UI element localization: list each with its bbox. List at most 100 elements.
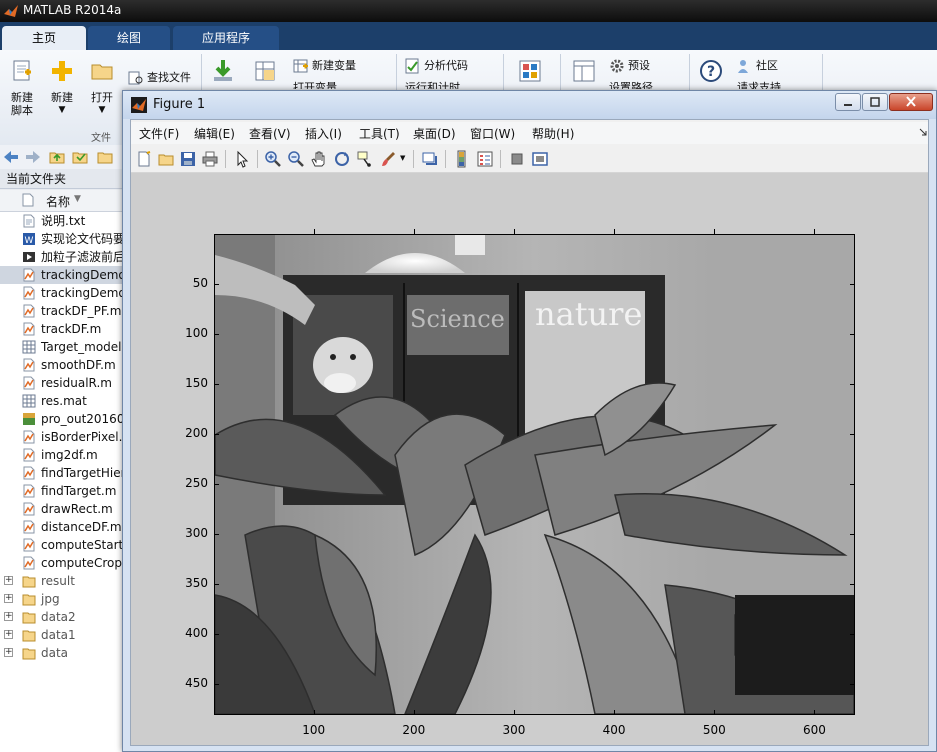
file-item[interactable]: trackingDemo — [0, 266, 125, 284]
brush-data-icon[interactable] — [379, 150, 397, 168]
file-item[interactable]: computeCrop — [0, 554, 125, 572]
app-title: MATLAB R2014a — [23, 3, 122, 17]
show-plot-tools-icon[interactable] — [531, 150, 549, 168]
legend-icon[interactable] — [476, 150, 494, 168]
preferences-button[interactable]: 预设 — [609, 57, 650, 75]
data-cursor-icon[interactable] — [356, 150, 374, 168]
file-item[interactable]: findTargetHier — [0, 464, 125, 482]
import-data-button[interactable] — [207, 58, 239, 91]
x-tick-mark — [814, 710, 816, 715]
layout-button[interactable] — [568, 58, 600, 91]
file-item[interactable]: trackDF.m — [0, 320, 125, 338]
figure-menu-item[interactable]: 编辑(E) — [194, 125, 235, 142]
close-button[interactable] — [889, 93, 933, 111]
folder-icon — [22, 648, 36, 660]
tab-home[interactable]: 主页 — [2, 26, 86, 50]
current-folder-column-header[interactable]: 名称 ▼ — [0, 190, 125, 212]
browse-folder-icon[interactable] — [71, 148, 89, 166]
folder-item[interactable]: + data1 — [0, 626, 125, 644]
file-item[interactable]: computeStarti — [0, 536, 125, 554]
toolbar-divider — [413, 150, 414, 168]
minimize-button[interactable] — [835, 93, 861, 111]
community-button[interactable]: 社区 — [737, 57, 778, 75]
folder-item[interactable]: + data2 — [0, 608, 125, 626]
file-item[interactable]: distanceDF.m — [0, 518, 125, 536]
help-button[interactable]: ? — [697, 58, 725, 91]
open-file-icon[interactable] — [157, 150, 175, 168]
figure-menu-item[interactable]: 桌面(D) — [413, 125, 456, 142]
file-item[interactable]: 说明.txt — [0, 212, 125, 230]
save-workspace-button[interactable] — [249, 58, 281, 91]
maximize-button[interactable] — [862, 93, 888, 111]
folder-item[interactable]: + jpg — [0, 590, 125, 608]
analyze-code-button[interactable]: 分析代码 — [405, 57, 468, 75]
expand-plus-icon[interactable]: + — [4, 594, 13, 603]
figure-menu-item[interactable]: 工具(T) — [359, 125, 400, 142]
expand-plus-icon[interactable]: + — [4, 630, 13, 639]
file-item[interactable]: trackDF_PF.m — [0, 302, 125, 320]
expand-plus-icon[interactable]: + — [4, 576, 13, 585]
tab-apps[interactable]: 应用程序 — [173, 26, 279, 50]
new-variable-button[interactable]: 新建变量 — [293, 57, 356, 75]
expand-plus-icon[interactable]: + — [4, 612, 13, 621]
image-axes[interactable]: Science nature — [214, 234, 855, 715]
find-files-button[interactable]: 查找文件 — [128, 69, 191, 87]
file-item[interactable]: isBorderPixel. — [0, 428, 125, 446]
run-and-time-button[interactable]: 运行和计时 — [405, 79, 460, 89]
file-item[interactable]: res.mat — [0, 392, 125, 410]
figure-titlebar[interactable]: Figure 1 — [123, 91, 936, 119]
figure-menu-item[interactable]: 插入(I) — [305, 125, 342, 142]
file-item[interactable]: Target_model — [0, 338, 125, 356]
file-item[interactable]: drawRect.m — [0, 500, 125, 518]
file-item[interactable]: W 实现论文代码要 — [0, 230, 125, 248]
new-plus-icon — [52, 61, 72, 81]
save-disk-icon[interactable] — [179, 150, 197, 168]
new-variable-label: 新建变量 — [312, 59, 356, 72]
folder-item[interactable]: + result — [0, 572, 125, 590]
zoom-out-icon[interactable] — [287, 150, 305, 168]
rotate-3d-icon[interactable] — [333, 150, 351, 168]
pan-hand-icon[interactable] — [310, 150, 328, 168]
file-item[interactable]: residualR.m — [0, 374, 125, 392]
figure-menu-item[interactable]: 查看(V) — [249, 125, 291, 142]
pointer-arrow-icon[interactable] — [233, 150, 251, 168]
expand-plus-icon[interactable]: + — [4, 648, 13, 657]
request-support-button[interactable]: 请求支持 — [737, 79, 781, 89]
hide-plot-tools-icon[interactable] — [508, 150, 526, 168]
figure-menu-item[interactable]: 帮助(H) — [532, 125, 574, 142]
path-folder-icon[interactable] — [96, 148, 114, 166]
new-figure-icon[interactable] — [135, 150, 153, 168]
file-item[interactable]: pro_out20160 — [0, 410, 125, 428]
colorbar-icon[interactable] — [453, 150, 471, 168]
science-magazine-label: Science — [410, 305, 505, 333]
link-plot-icon[interactable] — [421, 150, 439, 168]
x-tick-label: 500 — [702, 723, 726, 737]
open-label: 打开 — [91, 91, 113, 104]
zoom-in-icon[interactable] — [264, 150, 282, 168]
figure-menu-item[interactable]: 窗口(W) — [470, 125, 515, 142]
back-arrow-icon[interactable] — [2, 148, 20, 166]
file-item[interactable]: 加粒子滤波前后 — [0, 248, 125, 266]
new-dropdown-icon: ▼ — [58, 105, 66, 115]
file-item[interactable]: smoothDF.m — [0, 356, 125, 374]
file-item[interactable]: findTarget.m — [0, 482, 125, 500]
print-icon[interactable] — [201, 150, 219, 168]
figure-menu-item[interactable]: 文件(F) — [139, 125, 179, 142]
brush-dropdown-icon[interactable]: ▼ — [400, 154, 405, 162]
file-item[interactable]: trackingDemo — [0, 284, 125, 302]
simulink-button[interactable] — [514, 58, 546, 91]
open-variable-button[interactable]: 打开变量 — [293, 79, 337, 89]
folder-item[interactable]: + data — [0, 644, 125, 662]
up-folder-icon[interactable] — [48, 148, 66, 166]
dock-arrow-icon[interactable] — [919, 128, 927, 136]
forward-arrow-icon[interactable] — [24, 148, 42, 166]
new-script-button[interactable]: 新建 脚本 — [4, 58, 40, 117]
community-people-icon — [738, 60, 748, 73]
x-tick-label: 400 — [602, 723, 626, 737]
file-item[interactable]: img2df.m — [0, 446, 125, 464]
set-path-button[interactable]: 设置路径 — [609, 79, 653, 89]
tab-plots[interactable]: 绘图 — [88, 26, 170, 50]
m-file-icon — [23, 358, 35, 372]
open-button[interactable]: 打开 ▼ — [84, 58, 120, 117]
new-button[interactable]: 新建 ▼ — [44, 58, 80, 117]
